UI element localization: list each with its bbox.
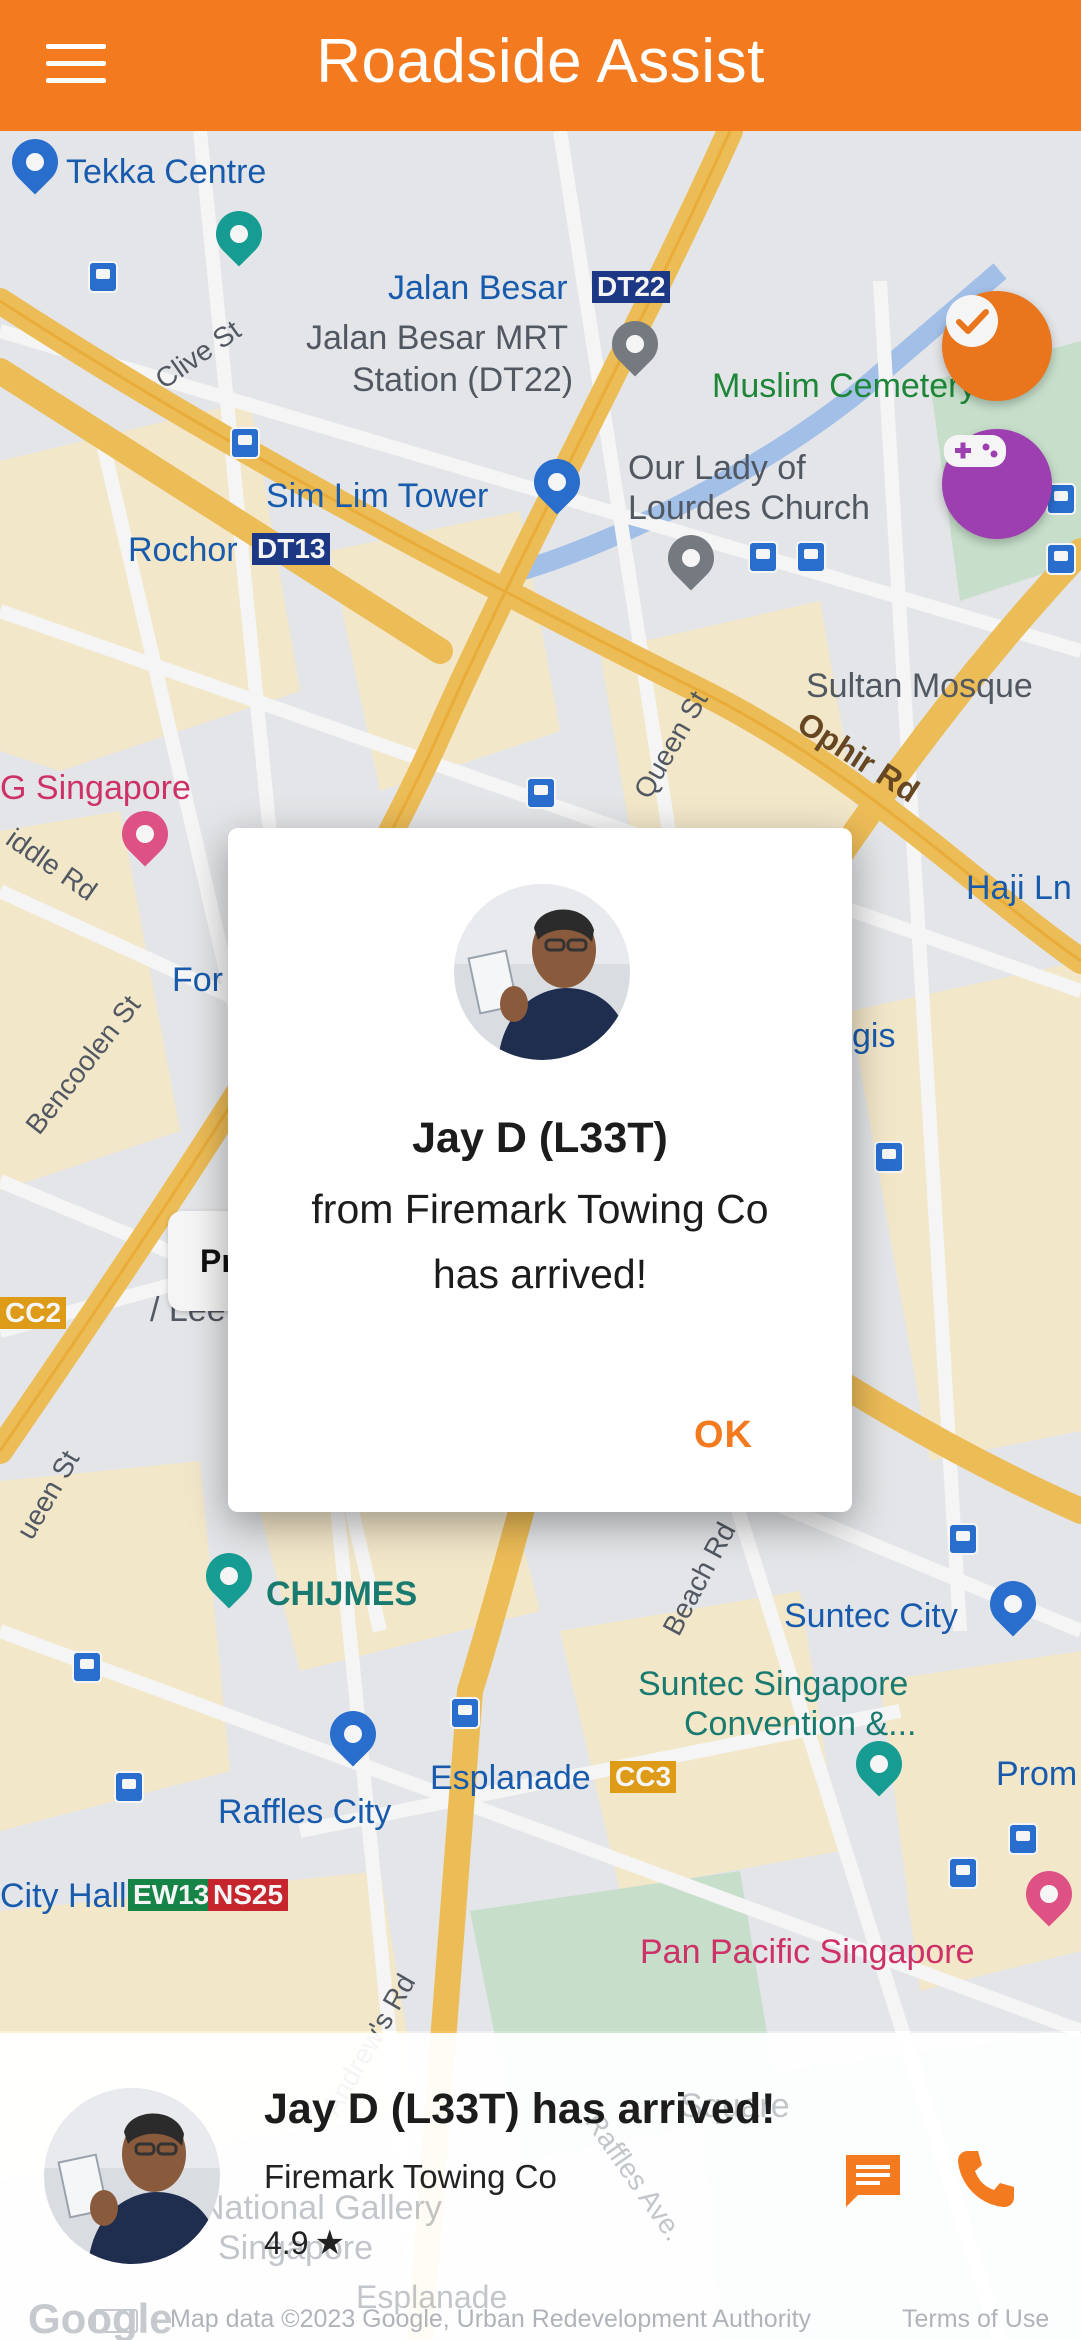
phone-icon[interactable] [950, 2143, 1020, 2213]
arrival-dialog: Jay D (L33T) from Firemark Towing Co has… [228, 828, 852, 1512]
dialog-message-line-2: has arrived! [432, 1251, 648, 1297]
driver-company: Firemark Towing Co [264, 2158, 557, 2195]
map-label: National Gallery [200, 2189, 442, 2227]
dialog-message-line-1: from Firemark Towing Co [311, 1186, 769, 1232]
map-attribution: Map data ©2023 Google, Urban Redevelopme… [170, 2305, 812, 2333]
ok-button[interactable]: OK [694, 1414, 753, 1457]
driver-avatar [454, 884, 630, 1060]
app-bar: Roadside Assist [0, 0, 1081, 131]
dialog-driver-name: Jay D (L33T) [412, 1114, 668, 1162]
star-icon: ★ [314, 2224, 345, 2262]
terms-of-use-link[interactable]: Terms of Use [902, 2305, 1049, 2334]
driver-avatar [44, 2088, 220, 2264]
chat-icon[interactable] [838, 2147, 908, 2217]
driver-card: Square National Gallery Singapore Raffle… [0, 2033, 1081, 2340]
app-title: Roadside Assist [316, 27, 765, 96]
keyboard-shortcuts-icon[interactable] [94, 2309, 138, 2333]
driver-arrived-headline: Jay D (L33T) has arrived! [264, 2085, 776, 2133]
rating-value: 4.9 [264, 2225, 309, 2261]
driver-rating: 4.9 ★ [264, 2223, 345, 2263]
